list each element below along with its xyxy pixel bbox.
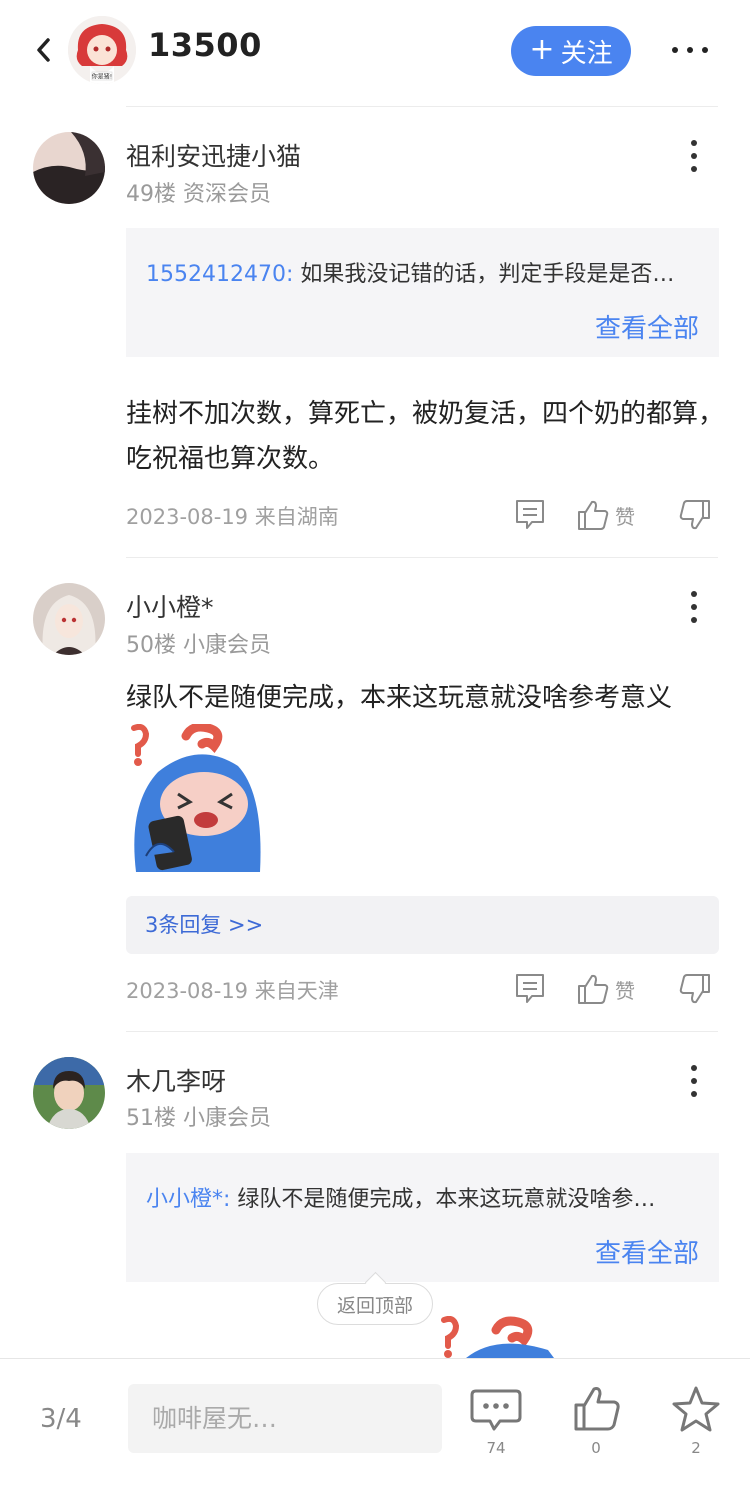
comments-button[interactable]: 74	[466, 1385, 526, 1465]
floor-info: 50楼 小康会员	[126, 633, 271, 658]
comment-bubble-icon	[470, 1389, 522, 1431]
top-navigation-bar: 你是猪! 13500 + 关注	[0, 0, 750, 100]
comment-text: 绿队不是随便完成，本来这玩意就没啥参考意义	[126, 683, 673, 713]
reply-icon[interactable]	[514, 498, 546, 532]
commenter-name[interactable]: 祖利安迅捷小猫	[126, 137, 301, 173]
back-arrow-icon[interactable]	[30, 30, 66, 70]
divider	[126, 1031, 718, 1032]
thumbs-up-icon[interactable]	[576, 972, 610, 1006]
quoted-username: 小小橙*:	[146, 1187, 231, 1212]
page-indicator[interactable]: 3/4	[40, 1404, 82, 1434]
comment-meta: 2023-08-19 来自湖南	[126, 505, 339, 529]
quoted-text: 绿队不是随便完成，本来这玩意就没啥参…	[237, 1187, 656, 1212]
thumbs-up-icon	[574, 1387, 620, 1431]
follow-label: 关注	[560, 38, 613, 69]
like-label[interactable]: 赞	[615, 975, 635, 1004]
like-count: 0	[591, 1439, 601, 1457]
commenter-avatar[interactable]	[33, 1057, 105, 1129]
comment-more-icon[interactable]	[688, 140, 700, 172]
commenter-avatar[interactable]	[33, 132, 105, 204]
comment-text: 挂树不加次数，算死亡，被奶复活，四个奶的都算，吃祝福也算次数。	[126, 399, 725, 474]
plus-icon: +	[529, 31, 555, 67]
comment-more-icon[interactable]	[688, 591, 700, 623]
bottom-bar: 3/4 74 0 2	[0, 1358, 750, 1488]
quoted-reply[interactable]: 小小橙*: 绿队不是随便完成，本来这玩意就没啥参… 查看全部	[126, 1153, 719, 1282]
commenter-avatar[interactable]	[33, 583, 105, 655]
thumbs-down-icon[interactable]	[678, 972, 712, 1006]
avatar-caption: 你是猪!	[92, 73, 112, 81]
comment-count: 74	[486, 1439, 506, 1457]
comment-actions: 赞	[512, 498, 722, 534]
comment-actions: 赞	[512, 972, 722, 1008]
quoted-text: 如果我没记错的话，判定手段是是否…	[300, 262, 675, 287]
view-all-link[interactable]: 查看全部	[595, 1233, 699, 1270]
quoted-text-line: 小小橙*: 绿队不是随便完成，本来这玩意就没啥参…	[146, 1181, 706, 1213]
commenter-name[interactable]: 木几李呀	[126, 1062, 226, 1098]
favorite-button[interactable]: 2	[666, 1385, 726, 1465]
comment-meta: 2023-08-19 来自天津	[126, 979, 339, 1003]
view-replies-link[interactable]: 3条回复 >>	[126, 896, 719, 954]
comment-input[interactable]	[128, 1384, 442, 1453]
like-label[interactable]: 赞	[615, 501, 635, 530]
view-all-link[interactable]: 查看全部	[595, 308, 699, 345]
floor-info: 49楼 资深会员	[126, 182, 271, 207]
sticker-image[interactable]	[128, 724, 266, 874]
reply-icon[interactable]	[514, 972, 546, 1006]
quoted-reply[interactable]: 1552412470: 如果我没记错的话，判定手段是是否… 查看全部	[126, 228, 719, 357]
like-button[interactable]: 0	[566, 1385, 626, 1465]
quoted-username: 1552412470:	[146, 262, 294, 287]
thread-title: 13500	[148, 26, 262, 64]
more-options-icon[interactable]	[672, 36, 708, 64]
star-icon	[672, 1386, 720, 1432]
thumbs-down-icon[interactable]	[678, 498, 712, 532]
divider	[126, 106, 718, 107]
comment-more-icon[interactable]	[688, 1065, 700, 1097]
commenter-name[interactable]: 小小橙*	[126, 588, 214, 624]
thumbs-up-icon[interactable]	[576, 498, 610, 532]
sticker-image-partial[interactable]	[436, 1316, 566, 1358]
follow-button[interactable]: + 关注	[511, 26, 631, 76]
favorite-count: 2	[691, 1439, 701, 1457]
back-to-top-button[interactable]: 返回顶部	[317, 1283, 433, 1325]
thread-author-avatar[interactable]: 你是猪!	[68, 16, 136, 84]
floor-info: 51楼 小康会员	[126, 1106, 271, 1131]
divider	[126, 557, 718, 558]
quoted-text-line: 1552412470: 如果我没记错的话，判定手段是是否…	[146, 256, 706, 288]
